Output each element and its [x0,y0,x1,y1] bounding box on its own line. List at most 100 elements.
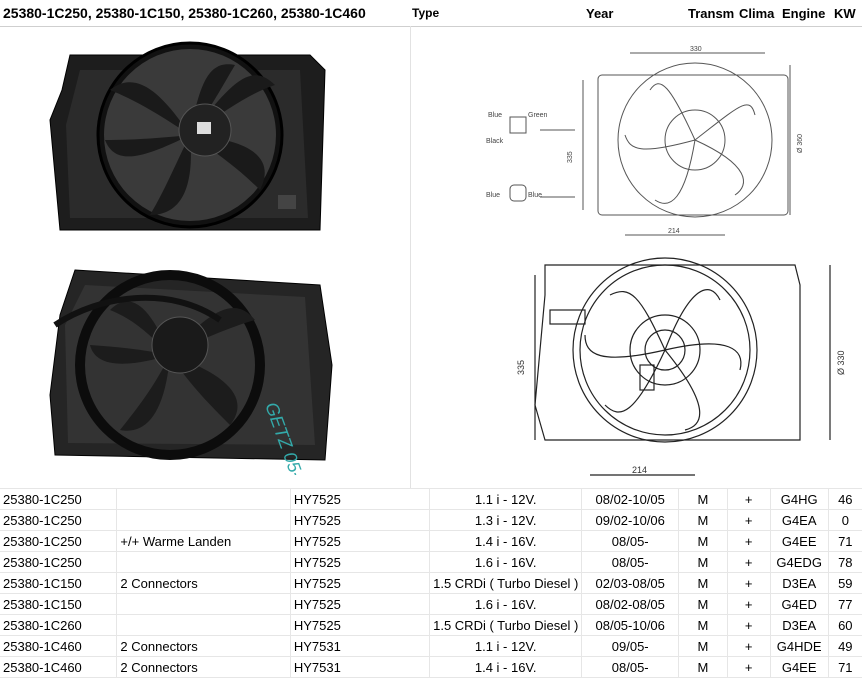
clima-cell: + [727,488,771,510]
engine-code-cell: G4EA [770,509,829,531]
kw-cell: 0 [828,509,862,531]
engine-description-cell: 1.5 CRDi ( Turbo Diesel ) [429,572,583,594]
engine-code-cell: D3EA [770,572,829,594]
clima-cell: + [727,509,771,531]
transmission-cell: M [678,635,728,657]
clima-column-label: Clima [739,6,775,21]
year-cell: 09/05- [581,635,680,657]
transmission-cell: M [678,488,728,510]
engine-code-cell: G4EE [770,656,829,678]
table-row: 25380-1C250 HY7525 1.1 i - 12V. 08/02-10/05… [0,488,862,510]
panel-divider [410,26,411,488]
type-cell: HY7525 [290,572,431,594]
kw-cell: 46 [828,488,862,510]
table-row: 25380-1C460 2 Connectors HY7531 1.4 i - 16V… [0,656,862,678]
kw-cell: 71 [828,530,862,552]
note-cell: +/+ Warme Landen [116,530,291,552]
engine-description-cell: 1.6 i - 16V. [429,593,583,615]
connector1-label-green: Green [528,112,548,119]
parts-application-table: 25380-1C250 HY7525 1.1 i - 12V. 08/02-10/05… [0,488,862,678]
table-row: 25380-1C250 HY7525 1.3 i - 12V. 09/02-10/06… [0,509,862,531]
engine-code-cell: G4HG [770,488,829,510]
year-cell: 08/02-08/05 [581,593,680,615]
note-cell [116,509,291,531]
part-numbers-title: 25380-1C250, 25380-1C150, 25380-1C260, 2… [3,5,366,21]
year-cell: 08/02-10/05 [581,488,680,510]
kw-cell: 77 [828,593,862,615]
connector2-label-blue-right: Blue [528,192,542,199]
kw-cell: 60 [828,614,862,636]
note-cell: 2 Connectors [116,572,291,594]
clima-cell: + [727,572,771,594]
clima-cell: + [727,530,771,552]
part-number-cell: 25380-1C250 [0,530,118,552]
diameter-dimension: Ø 330 [836,350,846,375]
type-cell: HY7531 [290,656,431,678]
technical-drawing-top: 330 335 Ø 360 214 Blue Green Black Blue … [480,45,810,245]
type-cell: HY7525 [290,593,431,615]
part-number-cell: 25380-1C250 [0,488,118,510]
part-number-cell: 25380-1C260 [0,614,118,636]
table-row: 25380-1C460 2 Connectors HY7531 1.1 i - 12V… [0,635,862,657]
bottom-dimension: 214 [668,228,680,235]
engine-description-cell: 1.6 i - 16V. [429,551,583,573]
note-cell [116,488,291,510]
table-row: 25380-1C250 HY7525 1.6 i - 16V. 08/05- M + G4E… [0,551,862,573]
height-dimension: 335 [516,360,526,375]
kw-cell: 71 [828,656,862,678]
clima-cell: + [727,551,771,573]
type-cell: HY7525 [290,551,431,573]
year-column-label: Year [586,6,614,21]
engine-code-cell: G4HDE [770,635,829,657]
engine-code-cell: G4EDG [770,551,829,573]
engine-description-cell: 1.1 i - 12V. [429,635,583,657]
type-cell: HY7525 [290,488,431,510]
type-cell: HY7525 [290,530,431,552]
year-cell: 08/05- [581,656,680,678]
kw-cell: 49 [828,635,862,657]
fan-photo-rear: GETZ 05- [40,255,340,481]
header-bar: 25380-1C250, 25380-1C150, 25380-1C260, 2… [0,0,862,27]
kw-cell: 59 [828,572,862,594]
transmission-cell: M [678,614,728,636]
table-row: 25380-1C260 HY7525 1.5 CRDi ( Turbo Diesel… [0,614,862,636]
engine-description-cell: 1.5 CRDi ( Turbo Diesel ) [429,614,583,636]
engine-code-cell: G4ED [770,593,829,615]
engine-description-cell: 1.4 i - 16V. [429,656,583,678]
connector2-label-blue-left: Blue [486,192,500,199]
engine-description-cell: 1.3 i - 12V. [429,509,583,531]
engine-column-label: Engine [782,6,826,21]
kw-column-label: KW [834,6,856,21]
note-cell: 2 Connectors [116,656,291,678]
transmission-cell: M [678,509,728,531]
clima-cell: + [727,635,771,657]
note-cell: 2 Connectors [116,635,291,657]
type-cell: HY7525 [290,509,431,531]
part-number-cell: 25380-1C460 [0,635,118,657]
type-cell: HY7525 [290,614,431,636]
year-cell: 02/03-08/05 [581,572,680,594]
transmission-cell: M [678,572,728,594]
note-cell [116,614,291,636]
part-number-cell: 25380-1C460 [0,656,118,678]
transmission-cell: M [678,530,728,552]
year-cell: 08/05- [581,530,680,552]
type-cell: HY7531 [290,635,431,657]
transmission-cell: M [678,593,728,615]
connector1-label-blue: Blue [488,112,502,119]
table-row: 25380-1C150 2 Connectors HY7525 1.5 CRDi ( … [0,572,862,594]
note-cell [116,551,291,573]
height-dimension: 335 [567,151,574,163]
year-cell: 09/02-10/06 [581,509,680,531]
transm-column-label: Transm [688,6,735,21]
engine-code-cell: G4EE [770,530,829,552]
clima-cell: + [727,656,771,678]
engine-code-cell: D3EA [770,614,829,636]
clima-cell: + [727,614,771,636]
kw-cell: 78 [828,551,862,573]
year-cell: 08/05-10/06 [581,614,680,636]
table-row: 25380-1C250 +/+ Warme Landen HY7525 1.4 i -… [0,530,862,552]
transmission-cell: M [678,656,728,678]
connector1-label-black: Black [486,138,504,145]
part-number-cell: 25380-1C150 [0,572,118,594]
